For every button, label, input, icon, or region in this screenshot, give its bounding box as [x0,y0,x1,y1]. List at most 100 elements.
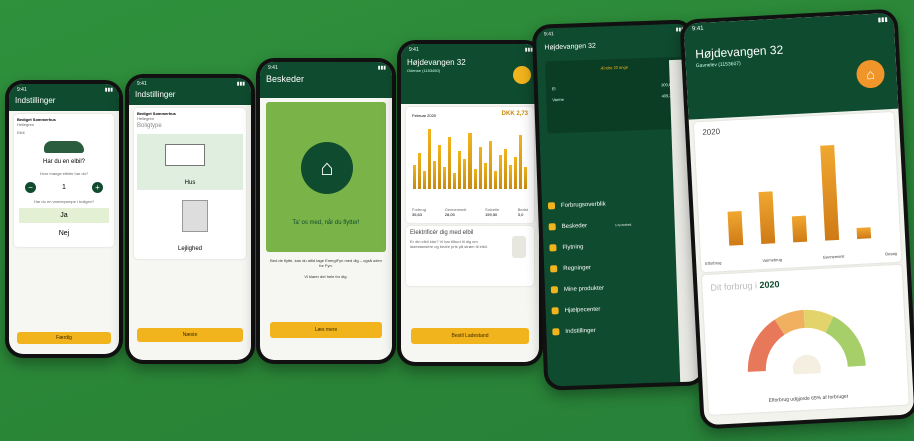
apartment-option[interactable]: Lejlighed [137,196,243,256]
heatpump-question: Har du en varmepumpe i boligen? [33,199,95,204]
gauge-caption: Elforbrug udgjorde 65% af forbruget [768,393,849,404]
yearly-bar [758,191,776,245]
year-label[interactable]: 2020 [702,127,720,137]
yes-option[interactable]: Ja [19,208,109,223]
chart-icon [547,202,556,210]
phone3-header: 9:41 ▮▮▮ Beskeder [260,62,392,98]
consumption-bar [453,173,457,189]
car-icon [44,141,84,153]
status-time: 9:41 [268,65,278,71]
phone4-header: 9:41 ▮▮▮ Højdevangen 32 Odense (1153450) [401,44,539,104]
message-body2: Vi klarer det hele for dig. [304,274,348,279]
consumption-bar [488,141,492,189]
month-label[interactable]: Februar 2020 [412,113,436,118]
el-label: Elbil [17,130,25,135]
consumption-bar [418,153,422,189]
ev-card[interactable]: Elektrificér dig med elbil Er din elbil … [406,226,534,286]
chart-card: Februar 2020 DKK 2,73 Forbrug 35,63 Genne… [406,107,534,223]
consumption-bar [458,151,462,189]
next-button[interactable]: Næste [137,328,243,342]
house-label: Hus [184,180,196,186]
option-card[interactable]: Bediget Sommerhus Hellegren Elbil Har du… [14,114,114,247]
option-card[interactable]: Bediget Sommerhus Hellegren Boligtype Hu… [134,108,246,259]
category-label: Varmebrug [762,256,782,263]
charger-icon [512,236,526,258]
category-label: Gennemsnit [822,253,845,260]
ev-card-text: Er din elbil klar? Vi har tilbud til dig… [410,239,488,249]
phone-settings-housing: 9:41 ▮▮▮ Indstillinger Bediget Sommerhus … [125,74,255,364]
help-icon [551,307,559,315]
consumption-bar [508,165,512,189]
yearly-bar [856,227,872,239]
message-card[interactable]: ⌂ Ta' os med, når du flytter! [266,102,386,252]
consumption-bar [518,135,522,189]
no-option[interactable]: Nej [19,227,109,240]
consumption-bar [463,159,467,189]
mail-icon [548,223,556,231]
plus-button[interactable]: + [92,182,103,193]
energy-icon[interactable] [513,66,531,84]
summary-card: Ændre 20 ange El300,63 kr Varme409,29 kr [544,56,686,134]
consumption-bar [438,145,442,189]
product-icon [550,286,559,294]
background-stage: 9:41 ▮▮▮ Indstillinger Bediget Sommerhus … [0,0,914,441]
house-icon [165,144,205,166]
address-title[interactable]: Højdevangen 32 [401,54,539,67]
consumption-bar [468,133,472,189]
message-body: Bed de flytte, kan du altid tage EnergiF… [270,258,382,268]
phone-messages: 9:41 ▮▮▮ Beskeder ⌂ Ta' os med, når du fl… [256,58,396,364]
signal-icon: ▮▮▮ [236,81,245,87]
phone-menu: 9:41 ▮▮▮ Højdevangen 32 Ændre 20 ange El 3… [531,19,707,391]
done-button[interactable]: Færdig [17,332,111,344]
consumption-bar [443,167,447,189]
row-label: El [551,86,556,92]
menu-address[interactable]: Højdevangen 32 [536,33,691,57]
move-house-icon: ⌂ [301,142,353,194]
read-more-button[interactable]: Læs mere [270,322,382,338]
option-sub: Hellegren [17,122,35,127]
yearly-chart-card: 2020 Elforbrug Varmebrug Gennemsnit Besø… [693,111,902,273]
consumption-bar [448,137,452,189]
status-time: 9:41 [691,25,704,33]
section-label: Boligtype [137,123,162,129]
price-label: DKK 2,73 [501,111,528,117]
yearly-chart [715,143,880,246]
stat-item: Bedst 3,0 [517,207,528,217]
consumption-gauge [747,309,866,377]
consumption-bar [433,161,437,189]
gauge-year: 2020 [759,279,780,291]
category-label: Besøg [885,250,898,257]
phone1-title: Indstillinger [15,96,56,105]
phone-overview: 9:41 ▮▮▮ Højdevangen 32 Gavnelev (1153607… [679,8,914,430]
gear-icon [552,328,560,336]
consumption-bar [423,171,427,189]
order-charger-button[interactable]: Bestil Ladestand [411,328,529,344]
bill-icon [550,265,558,273]
stat-item: Forbrug 35,63 [412,207,427,217]
gauge-headline: Dit forbrug i [710,280,758,293]
stat-item: Solcelle 159,50 [485,207,500,217]
option-sub: Hellegren [137,116,155,121]
consumption-chart [412,129,528,189]
message-headline: Ta' os med, når du flytter! [292,220,360,226]
consumption-bar [493,171,497,189]
status-time: 9:41 [543,31,554,38]
house-option[interactable]: Hus [137,134,243,190]
consumption-bar [413,165,417,189]
status-time: 9:41 [137,81,147,87]
yearly-bar [727,211,744,246]
consumption-bar [523,167,527,189]
ev-question: Har du en elbil? [42,159,86,165]
stat-item: Gennemsnit 28,05 [444,207,467,217]
count-value: 1 [62,184,66,191]
menu-screen: 9:41 ▮▮▮ Højdevangen 32 Ændre 20 ange El 3… [535,23,703,387]
phone-settings-ev: 9:41 ▮▮▮ Indstillinger Bediget Sommerhus … [5,80,123,358]
home-energy-icon[interactable]: ⌂ [855,59,886,89]
gauge-card: Dit forbrug i 2020 Elforbrug udgjorde 65… [701,264,909,415]
phone6-header: 9:41 ▮▮▮ Højdevangen 32 Gavnelev (1153607… [683,12,899,120]
ev-card-title: Elektrificér dig med elbil [410,230,474,236]
yearly-bar [791,215,808,243]
minus-button[interactable]: − [25,182,36,193]
phone-consumption: 9:41 ▮▮▮ Højdevangen 32 Odense (1153450) … [397,40,543,366]
summary-highlight: Ændre 20 ange [600,64,629,71]
